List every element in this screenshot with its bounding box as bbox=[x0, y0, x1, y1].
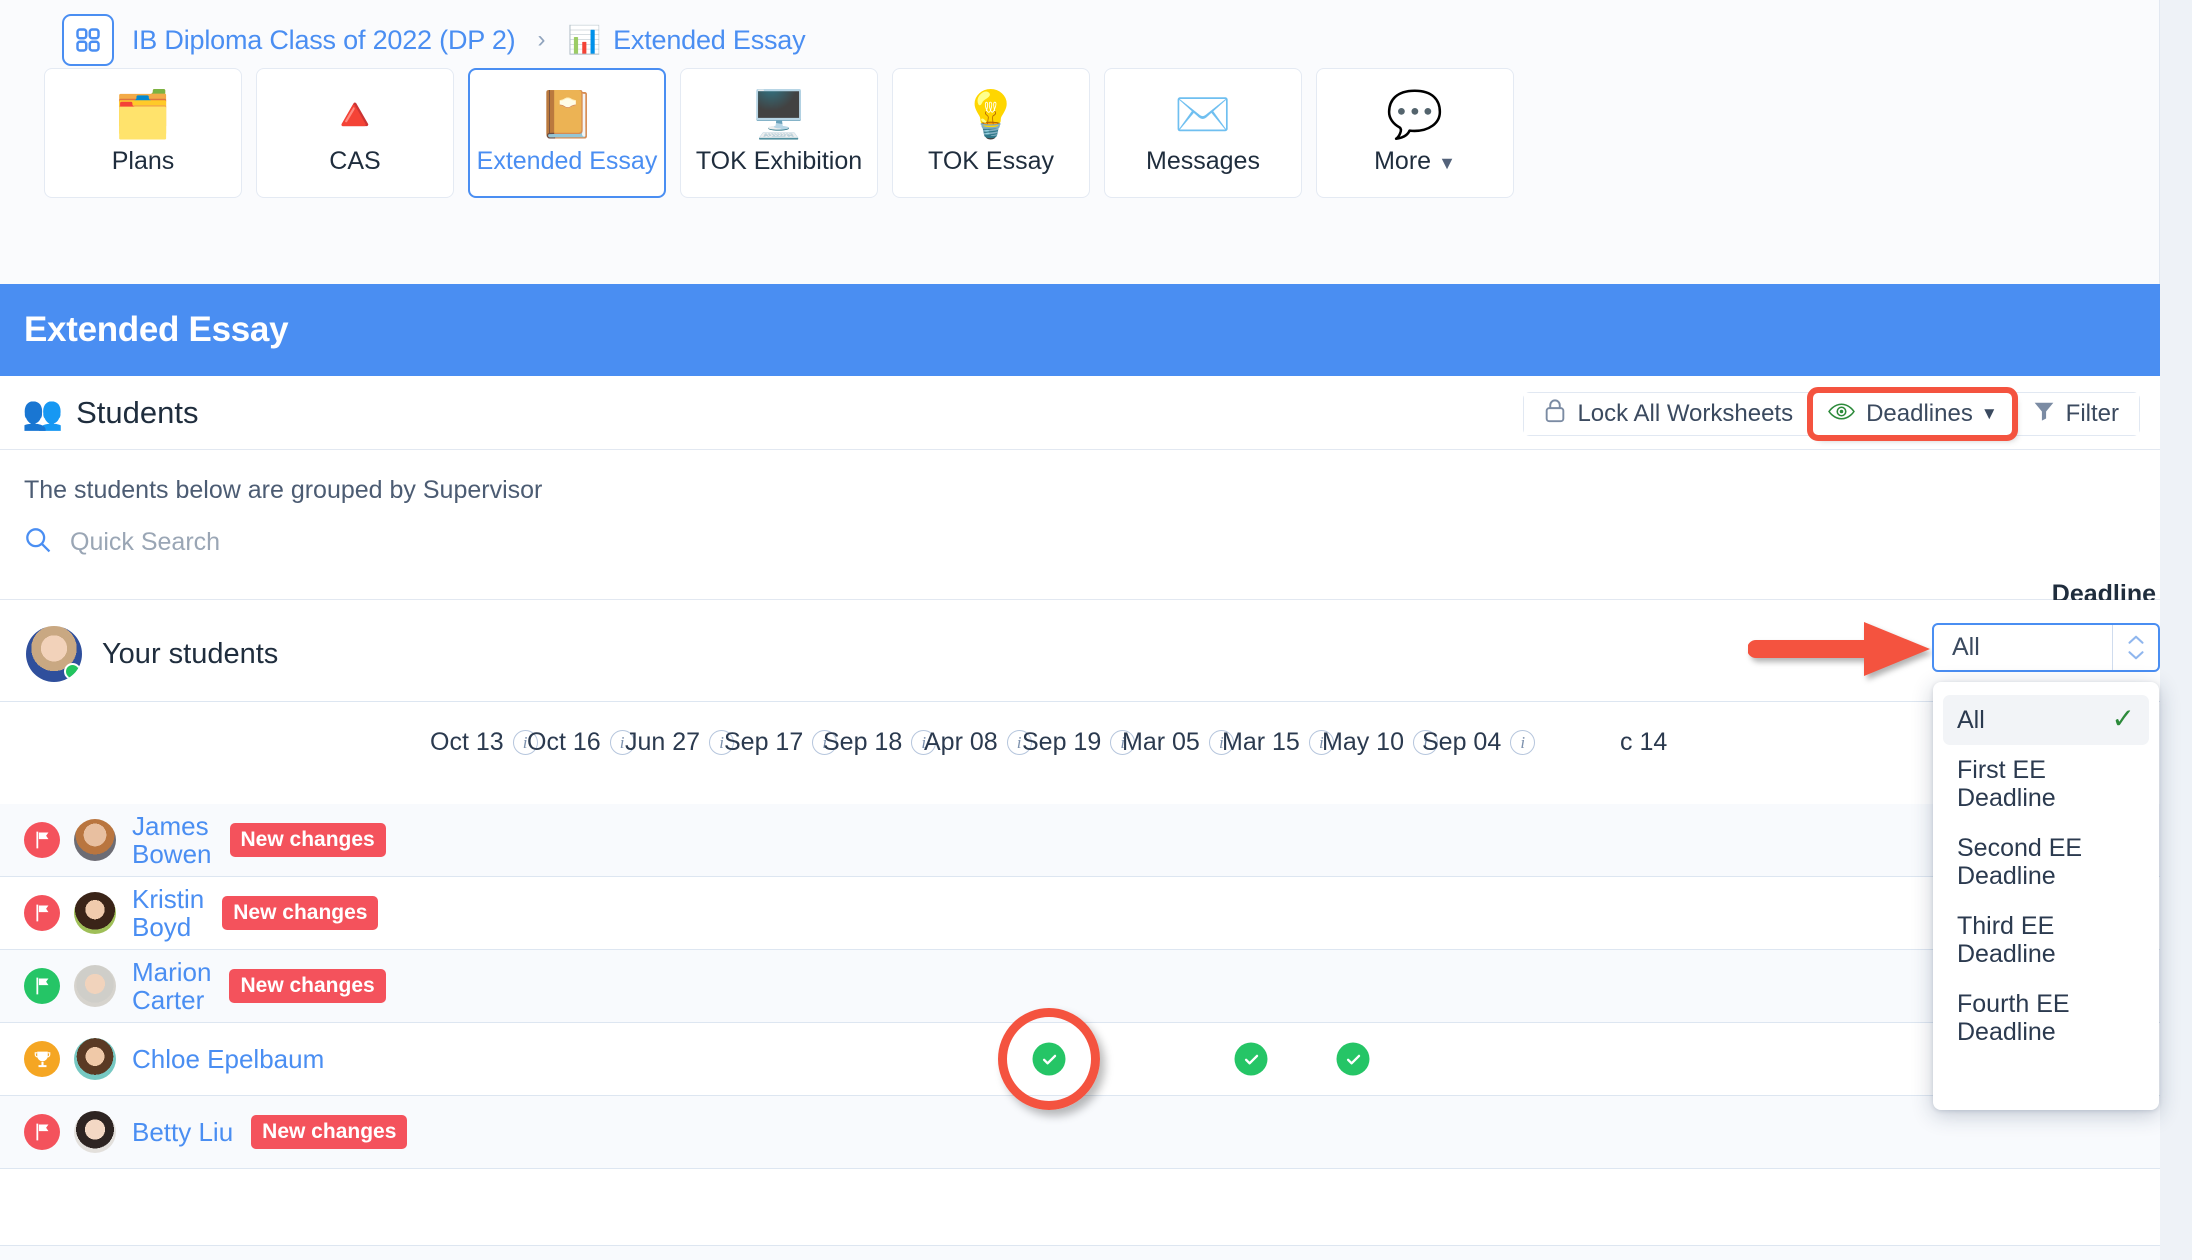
avatar bbox=[74, 1111, 116, 1153]
lock-all-worksheets-button[interactable]: Lock All Worksheets bbox=[1524, 393, 1814, 435]
lock-all-worksheets-label: Lock All Worksheets bbox=[1577, 400, 1794, 427]
avatar bbox=[74, 1038, 116, 1080]
eye-icon bbox=[1828, 400, 1855, 428]
app-root: IB Diploma Class of 2022 (DP 2) › 📊 Exte… bbox=[0, 0, 2192, 1260]
tab-tok-essay[interactable]: 💡 TOK Essay bbox=[892, 68, 1090, 198]
funnel-icon bbox=[2033, 400, 2055, 429]
students-heading-label: Students bbox=[76, 394, 199, 430]
status-badge: New changes bbox=[229, 969, 386, 1003]
dropdown-option-all[interactable]: All ✓ bbox=[1943, 695, 2149, 745]
lock-icon bbox=[1544, 398, 1566, 430]
deadline-select-value: All bbox=[1952, 633, 1980, 661]
table-row[interactable]: James Bowen New changes bbox=[0, 804, 2160, 877]
page-banner: Extended Essay bbox=[0, 284, 2192, 376]
flag-icon bbox=[24, 822, 60, 858]
tab-cas[interactable]: 🔺 CAS bbox=[256, 68, 454, 198]
deadline-check-icon[interactable] bbox=[1336, 1042, 1370, 1076]
breadcrumb: IB Diploma Class of 2022 (DP 2) › 📊 Exte… bbox=[62, 14, 806, 66]
tab-cas-label: CAS bbox=[329, 146, 381, 175]
avatar bbox=[74, 819, 116, 861]
status-badge: New changes bbox=[251, 1115, 408, 1149]
table-bottom-edge bbox=[0, 1245, 2160, 1260]
page-title: Extended Essay bbox=[24, 310, 289, 349]
online-status-dot bbox=[64, 663, 81, 680]
student-name-link[interactable]: Betty Liu bbox=[132, 1118, 233, 1146]
stepper-updown-icon[interactable] bbox=[2112, 625, 2158, 670]
deadlines-button[interactable]: Deadlines ▼ bbox=[1807, 387, 2018, 441]
tab-tok-essay-label: TOK Essay bbox=[928, 146, 1054, 175]
deadline-dropdown-menu: All ✓ First EE Deadline Second EE Deadli… bbox=[1933, 682, 2159, 1110]
deadline-check-icon[interactable] bbox=[1032, 1042, 1066, 1076]
breadcrumb-separator: › bbox=[537, 26, 546, 53]
plans-icon: 🗂️ bbox=[114, 87, 172, 140]
table-row[interactable]: Marion Carter New changes bbox=[0, 950, 2160, 1023]
chevron-down-icon: ▼ bbox=[1438, 152, 1456, 173]
filter-label: Filter bbox=[2065, 400, 2119, 427]
students-toolbar: Lock All Worksheets Deadlines ▼ Filter bbox=[1523, 387, 2140, 441]
tab-plans[interactable]: 🗂️ Plans bbox=[44, 68, 242, 198]
module-tab-bar: 🗂️ Plans 🔺 CAS 📔 Extended Essay 🖥️ TOK E… bbox=[44, 68, 1514, 198]
chart-emoji-icon: 📊 bbox=[567, 24, 602, 55]
page-right-gutter bbox=[2160, 0, 2192, 1260]
flag-icon bbox=[24, 895, 60, 931]
students-section-header: 👥 Students Lock All Worksheets Deadlines… bbox=[0, 376, 2160, 450]
table-row[interactable]: Chloe Epelbaum bbox=[0, 1008, 2160, 1110]
tok-exhibition-icon: 🖥️ bbox=[750, 87, 808, 140]
student-name-link[interactable]: Kristin Boyd bbox=[132, 885, 204, 941]
students-table: James Bowen New changes Kristin Boyd New c… bbox=[0, 702, 2160, 1169]
students-subheader: The students below are grouped by Superv… bbox=[0, 450, 2160, 600]
deadline-check-icon[interactable] bbox=[1234, 1042, 1268, 1076]
tab-extended-essay[interactable]: 📔 Extended Essay bbox=[468, 68, 666, 198]
messages-icon: ✉️ bbox=[1174, 87, 1232, 140]
tab-extended-essay-label: Extended Essay bbox=[476, 146, 658, 175]
group-header-label: Your students bbox=[102, 637, 279, 670]
dropdown-option-third-ee-deadline[interactable]: Third EE Deadline bbox=[1943, 901, 2149, 979]
group-header: Your students bbox=[26, 626, 278, 682]
flag-icon bbox=[24, 968, 60, 1004]
table-row[interactable]: Betty Liu New changes bbox=[0, 1096, 2160, 1169]
more-icon: 💬 bbox=[1386, 87, 1444, 140]
dropdown-option-second-ee-deadline[interactable]: Second EE Deadline bbox=[1943, 823, 2149, 901]
tab-plans-label: Plans bbox=[111, 146, 175, 175]
chevron-down-icon: ▼ bbox=[1980, 404, 1998, 423]
student-name-link[interactable]: Chloe Epelbaum bbox=[132, 1045, 324, 1073]
search-icon bbox=[24, 526, 52, 559]
status-badge: New changes bbox=[229, 823, 386, 857]
deadline-select[interactable]: All bbox=[1932, 623, 2160, 672]
status-badge: New changes bbox=[222, 896, 379, 930]
trophy-icon bbox=[24, 1041, 60, 1077]
top-navigation-panel: IB Diploma Class of 2022 (DP 2) › 📊 Exte… bbox=[0, 0, 2160, 284]
tab-more-label: More ▼ bbox=[1374, 146, 1456, 175]
students-heading: 👥 Students bbox=[22, 395, 198, 431]
grid-apps-icon[interactable] bbox=[62, 14, 114, 66]
avatar bbox=[74, 892, 116, 934]
quick-search-row bbox=[24, 526, 500, 559]
breadcrumb-class-link[interactable]: IB Diploma Class of 2022 (DP 2) bbox=[132, 25, 516, 56]
cas-icon: 🔺 bbox=[326, 87, 384, 140]
students-emoji-icon: 👥 bbox=[22, 394, 64, 431]
deadlines-label: Deadlines bbox=[1866, 400, 1973, 427]
flag-icon bbox=[24, 1114, 60, 1150]
extended-essay-icon: 📔 bbox=[538, 87, 596, 140]
tok-essay-icon: 💡 bbox=[962, 87, 1020, 140]
student-name-link[interactable]: Marion Carter bbox=[132, 958, 211, 1014]
dropdown-option-fourth-ee-deadline[interactable]: Fourth EE Deadline bbox=[1943, 979, 2149, 1057]
annotation-arrow bbox=[1748, 622, 1930, 676]
dropdown-option-first-ee-deadline[interactable]: First EE Deadline bbox=[1943, 745, 2149, 823]
tab-tok-exhibition[interactable]: 🖥️ TOK Exhibition bbox=[680, 68, 878, 198]
breadcrumb-section-link[interactable]: Extended Essay bbox=[613, 25, 806, 56]
tab-tok-exhibition-label: TOK Exhibition bbox=[695, 146, 863, 175]
supervisor-avatar bbox=[26, 626, 82, 682]
table-row[interactable]: Kristin Boyd New changes bbox=[0, 877, 2160, 950]
student-name-link[interactable]: James Bowen bbox=[132, 812, 212, 868]
tab-messages[interactable]: ✉️ Messages bbox=[1104, 68, 1302, 198]
grouping-note: The students below are grouped by Superv… bbox=[24, 476, 543, 504]
filter-button[interactable]: Filter bbox=[2011, 393, 2139, 435]
tab-messages-label: Messages bbox=[1146, 146, 1260, 175]
avatar bbox=[74, 965, 116, 1007]
check-icon: ✓ bbox=[2111, 703, 2135, 734]
breadcrumb-section[interactable]: 📊 Extended Essay bbox=[567, 25, 805, 56]
quick-search-input[interactable] bbox=[70, 528, 500, 557]
tab-more[interactable]: 💬 More ▼ bbox=[1316, 68, 1514, 198]
